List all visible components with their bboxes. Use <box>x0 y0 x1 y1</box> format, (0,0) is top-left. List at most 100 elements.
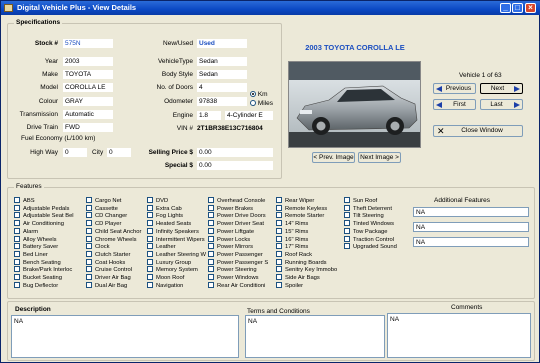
unit-miles-option[interactable]: Miles <box>250 100 273 107</box>
checkbox-icon[interactable] <box>276 281 282 288</box>
feature-checkbox[interactable]: Upgraded Sound <box>344 243 397 251</box>
checkbox-icon[interactable] <box>86 258 92 265</box>
checkbox-icon[interactable] <box>208 227 214 234</box>
feature-checkbox[interactable]: Rear Air Conditioni <box>208 281 265 290</box>
checkbox-icon[interactable] <box>147 243 153 250</box>
feature-checkbox[interactable]: Dual Air Bag <box>86 281 127 290</box>
checkbox-icon[interactable] <box>14 220 20 227</box>
checkbox-icon[interactable] <box>147 258 153 265</box>
feature-label: Power Passenger <box>217 251 263 258</box>
checkbox-icon[interactable] <box>147 227 153 234</box>
last-button[interactable]: Last <box>480 99 523 110</box>
feature-label: Bed Liner <box>23 251 48 258</box>
checkbox-icon[interactable] <box>147 204 153 211</box>
checkbox-icon[interactable] <box>147 274 153 280</box>
km-radio[interactable] <box>250 91 256 97</box>
feature-checkbox[interactable]: Navigation <box>147 281 183 290</box>
last-arrow-icon <box>514 102 520 108</box>
checkbox-icon[interactable] <box>14 266 20 273</box>
checkbox-icon[interactable] <box>147 281 153 288</box>
feature-label: 15" Rims <box>285 228 309 235</box>
checkbox-icon[interactable] <box>276 204 282 211</box>
checkbox-icon[interactable] <box>86 250 92 257</box>
checkbox-icon[interactable] <box>208 204 214 211</box>
prev-image-button[interactable]: < Prev. Image <box>312 152 355 163</box>
checkbox-icon[interactable] <box>208 220 214 227</box>
checkbox-icon[interactable] <box>344 227 350 234</box>
checkbox-icon[interactable] <box>14 281 20 288</box>
close-window-icon[interactable]: × <box>525 3 536 13</box>
checkbox-icon[interactable] <box>86 281 92 288</box>
maximize-button[interactable]: □ <box>512 3 523 13</box>
checkbox-icon[interactable] <box>208 266 214 273</box>
checkbox-icon[interactable] <box>208 250 214 257</box>
checkbox-icon[interactable] <box>147 235 153 242</box>
checkbox-icon[interactable] <box>344 212 350 219</box>
checkbox-icon[interactable] <box>208 197 214 203</box>
checkbox-icon[interactable] <box>14 243 20 250</box>
miles-radio[interactable] <box>250 100 256 106</box>
checkbox-icon[interactable] <box>344 197 350 203</box>
checkbox-icon[interactable] <box>14 197 20 203</box>
checkbox-icon[interactable] <box>276 250 282 257</box>
checkbox-icon[interactable] <box>86 243 92 250</box>
next-image-button[interactable]: Next Image > <box>358 152 401 163</box>
checkbox-icon[interactable] <box>86 197 92 203</box>
checkbox-icon[interactable] <box>147 197 153 203</box>
checkbox-icon[interactable] <box>208 212 214 219</box>
checkbox-icon[interactable] <box>344 204 350 211</box>
checkbox-icon[interactable] <box>276 227 282 234</box>
close-window-button[interactable]: ✕ Close Window <box>433 125 523 137</box>
comments-box[interactable]: NA <box>387 313 531 358</box>
checkbox-icon[interactable] <box>86 204 92 211</box>
checkbox-icon[interactable] <box>14 204 20 211</box>
checkbox-icon[interactable] <box>86 227 92 234</box>
checkbox-icon[interactable] <box>208 258 214 265</box>
checkbox-icon[interactable] <box>276 266 282 273</box>
terms-box[interactable]: NA <box>245 315 385 358</box>
additional-feature-1[interactable]: NA <box>413 207 529 217</box>
previous-button[interactable]: Previous <box>433 83 476 94</box>
checkbox-icon[interactable] <box>276 243 282 250</box>
checkbox-icon[interactable] <box>344 235 350 242</box>
checkbox-icon[interactable] <box>276 235 282 242</box>
feature-label: Cruise Control <box>95 267 133 274</box>
minimize-button[interactable]: _ <box>500 3 511 13</box>
checkbox-icon[interactable] <box>208 243 214 250</box>
checkbox-icon[interactable] <box>86 220 92 227</box>
checkbox-icon[interactable] <box>276 197 282 203</box>
checkbox-icon[interactable] <box>86 274 92 280</box>
stock-value: 575N <box>63 39 113 48</box>
checkbox-icon[interactable] <box>86 212 92 219</box>
feature-checkbox[interactable]: Bug Deflector <box>14 281 58 290</box>
checkbox-icon[interactable] <box>208 235 214 242</box>
checkbox-icon[interactable] <box>147 220 153 227</box>
checkbox-icon[interactable] <box>276 220 282 227</box>
checkbox-icon[interactable] <box>276 258 282 265</box>
feature-checkbox[interactable]: Spoiler <box>276 281 303 290</box>
checkbox-icon[interactable] <box>86 235 92 242</box>
additional-feature-3[interactable]: NA <box>413 237 529 247</box>
checkbox-icon[interactable] <box>276 274 282 280</box>
checkbox-icon[interactable] <box>147 266 153 273</box>
checkbox-icon[interactable] <box>344 220 350 227</box>
checkbox-icon[interactable] <box>276 212 282 219</box>
checkbox-icon[interactable] <box>14 258 20 265</box>
additional-feature-2[interactable]: NA <box>413 222 529 232</box>
unit-km-option[interactable]: Km <box>250 91 268 98</box>
feature-label: Theft Deterrent <box>353 205 392 212</box>
checkbox-icon[interactable] <box>86 266 92 273</box>
checkbox-icon[interactable] <box>14 212 20 219</box>
checkbox-icon[interactable] <box>14 227 20 234</box>
checkbox-icon[interactable] <box>208 274 214 280</box>
checkbox-icon[interactable] <box>147 250 153 257</box>
checkbox-icon[interactable] <box>14 250 20 257</box>
checkbox-icon[interactable] <box>344 243 350 250</box>
first-button[interactable]: First <box>433 99 476 110</box>
checkbox-icon[interactable] <box>14 274 20 280</box>
checkbox-icon[interactable] <box>208 281 214 288</box>
checkbox-icon[interactable] <box>14 235 20 242</box>
checkbox-icon[interactable] <box>147 212 153 219</box>
description-box[interactable]: NA <box>11 315 239 358</box>
next-button[interactable]: Next <box>480 83 523 94</box>
